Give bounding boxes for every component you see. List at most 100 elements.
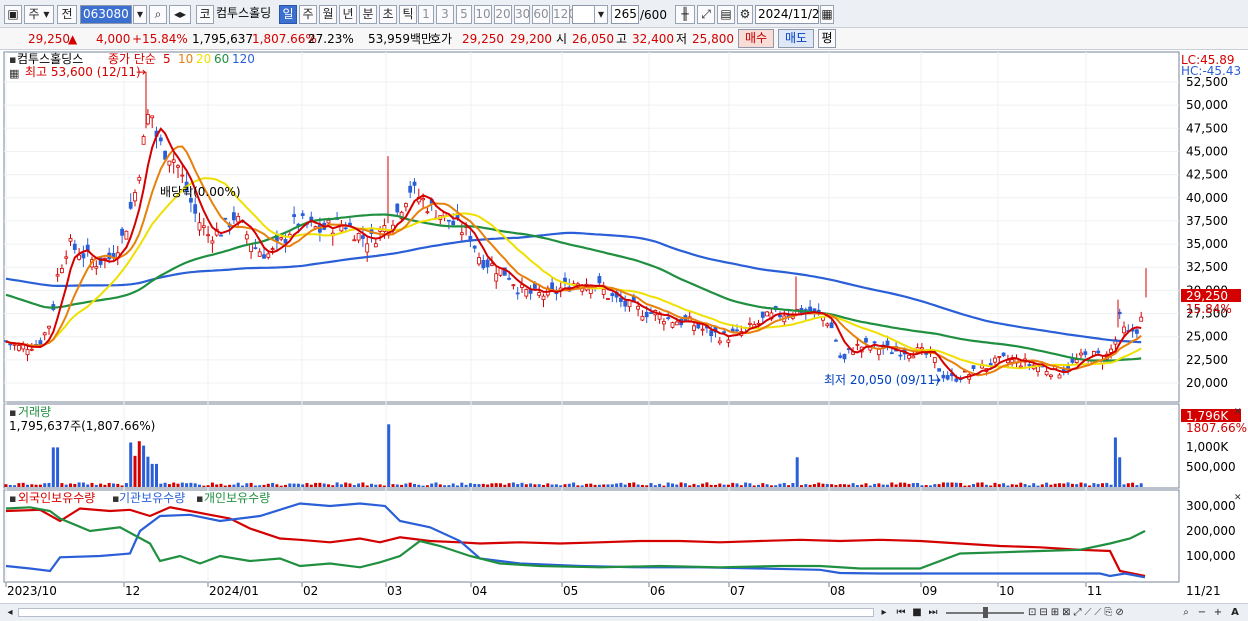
volume-bar [881, 484, 885, 487]
interval-button-3[interactable]: 년 [339, 5, 357, 24]
volume-bar [537, 484, 541, 487]
candle-body [537, 292, 542, 296]
candle-body [8, 343, 13, 346]
candle-type-icon[interactable]: ╫ [675, 5, 695, 24]
zoom-out-icon[interactable]: − [1196, 606, 1208, 620]
minute-button-4[interactable]: 20 [494, 5, 512, 24]
search-icon[interactable]: ⌕ [149, 5, 167, 24]
minute-button-0[interactable]: 1 [418, 5, 434, 24]
interval-button-1[interactable]: 주 [299, 5, 317, 24]
candle-body [425, 211, 430, 214]
drawing-tools-icon[interactable]: ⊡⊟⊞⊠⤢⟋⟋⎘⊘ [1028, 606, 1158, 620]
minute-button-6[interactable]: 60 [532, 5, 550, 24]
candle-body [1049, 374, 1053, 377]
volume-bar [705, 482, 709, 487]
volume-bar [271, 482, 275, 487]
interval-button-4[interactable]: 분 [359, 5, 377, 24]
volume-bar [38, 484, 42, 487]
candle-body [877, 348, 881, 356]
volume-bar [370, 483, 373, 487]
volume-bar [1036, 485, 1040, 487]
volume-bar [309, 484, 313, 487]
volume-bar [486, 484, 490, 487]
volume-menu-icon[interactable]: ▪ [9, 406, 16, 419]
candle-body [47, 325, 51, 329]
chart-menu-icon[interactable]: ▣ [4, 5, 22, 24]
zoom-search-icon[interactable]: ⌕ [1180, 606, 1192, 620]
dropdown-icon[interactable]: ▾ [594, 5, 608, 24]
volume-bar [752, 485, 756, 487]
sell-button[interactable]: 매도 [778, 29, 814, 48]
chart-area[interactable]: ▪ 컴투스홀딩스 종가 단순 5 10 20 60 120 ▦ 최고 53,600 (1… [0, 50, 1248, 604]
volume-bar [550, 484, 554, 487]
candle-body [1018, 365, 1023, 368]
interval-button-5[interactable]: 초 [379, 5, 397, 24]
panel-menu-icon[interactable]: ▪ [9, 53, 16, 66]
rewind-icon[interactable]: ⏮ [894, 606, 908, 620]
volume-bar [374, 484, 378, 487]
candle-body [778, 314, 782, 318]
interval-button-2[interactable]: 월 [319, 5, 337, 24]
minute-button-7[interactable]: 120 [552, 5, 576, 24]
price-tick-2: 47,500 [1186, 121, 1228, 135]
volume-bar [731, 482, 735, 487]
save-icon[interactable]: ▤ [717, 5, 735, 24]
candle-body [993, 357, 997, 363]
bid-label: 호가 [430, 32, 453, 46]
open-price: 26,050 [572, 32, 614, 46]
date-input[interactable]: 2024/11/21 [755, 5, 827, 24]
sound-icon[interactable]: ◂▸ [169, 5, 191, 24]
stock-label: 컴투스홀딩스 [17, 52, 83, 66]
volume-bar [812, 484, 816, 487]
price-tick-6: 37,500 [1186, 214, 1228, 228]
stock-code-input[interactable]: 063080 [80, 5, 132, 24]
volume-close-icon[interactable]: ✕ [1234, 407, 1242, 417]
candle-body [373, 243, 378, 248]
buy-button[interactable]: 매수 [738, 29, 774, 48]
stop-icon[interactable]: ■ [910, 606, 924, 620]
table-icon[interactable]: ▦ [9, 67, 19, 80]
candle-body [201, 225, 206, 228]
holding-close-icon[interactable]: ✕ [1234, 493, 1242, 503]
minute-button-2[interactable]: 5 [456, 5, 472, 24]
candle-body [141, 136, 146, 145]
volume-bar [649, 483, 653, 487]
market-select[interactable]: 전 [57, 5, 77, 24]
data-count-input[interactable]: 265 [611, 5, 639, 24]
volume-bar [137, 441, 141, 487]
zoom-in-icon[interactable]: + [1212, 606, 1224, 620]
interval-button-6[interactable]: 틱 [399, 5, 417, 24]
scroll-right-icon[interactable]: ▸ [878, 606, 890, 620]
candle-body [60, 268, 64, 274]
code-dropdown-icon[interactable]: ▾ [133, 5, 147, 24]
settings-gear-icon[interactable]: ⚙ [737, 5, 753, 24]
volume-bar [176, 483, 180, 487]
candle-body [266, 253, 271, 258]
draw-tool-icon[interactable]: ⤢ [697, 5, 715, 24]
volume-bar [800, 485, 803, 487]
minute-button-1[interactable]: 3 [436, 5, 454, 24]
scroll-left-icon[interactable]: ◂ [4, 606, 16, 620]
candle-body [838, 355, 843, 358]
candle-body [945, 375, 950, 380]
candle-body [920, 347, 924, 350]
volume-bar [533, 484, 537, 487]
candle-body [674, 321, 679, 326]
period-select[interactable]: 주 ▾ [24, 5, 54, 24]
volume-bar [898, 482, 902, 487]
volume-bar [318, 482, 322, 487]
holding-menu-icon[interactable]: ▪ [9, 492, 16, 505]
minute-button-3[interactable]: 10 [474, 5, 492, 24]
volume-bar [645, 485, 649, 487]
auto-scale-icon[interactable]: A [1228, 606, 1242, 620]
scroll-track[interactable] [18, 608, 874, 617]
eval-button[interactable]: 평 [818, 29, 836, 48]
volume-bar [1105, 482, 1109, 487]
fast-forward-icon[interactable]: ⏭ [926, 606, 940, 620]
calendar-icon[interactable]: ▦ [820, 5, 834, 24]
interval-button-0[interactable]: 일 [279, 5, 297, 24]
minute-button-5[interactable]: 30 [514, 5, 530, 24]
candle-body [864, 338, 868, 343]
volume-bar [610, 484, 614, 487]
zoom-slider-thumb[interactable] [983, 607, 988, 618]
